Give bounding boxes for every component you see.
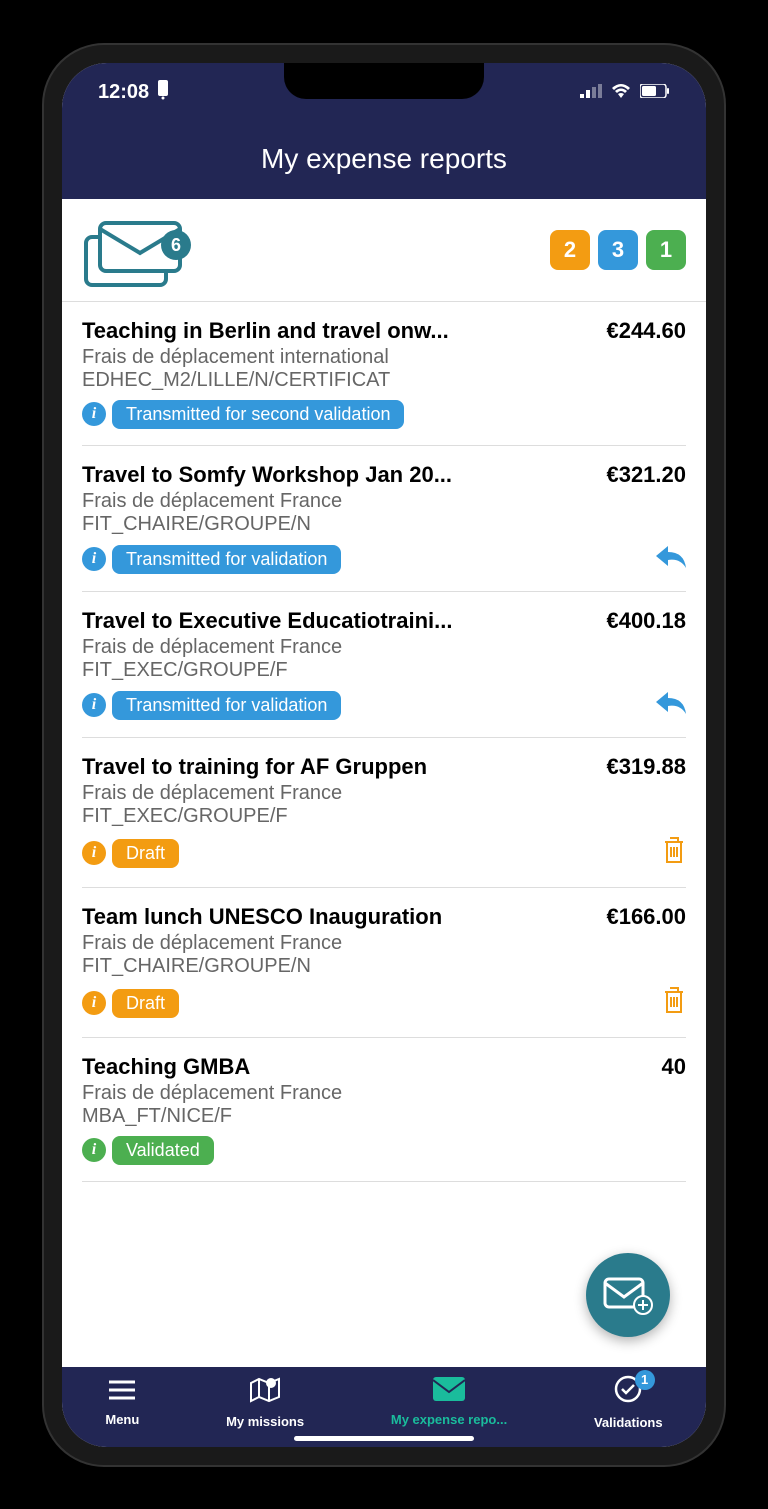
report-amount: 40 <box>662 1054 686 1080</box>
info-icon[interactable]: i <box>82 991 106 1015</box>
envelope-count-icon[interactable]: 6 <box>82 215 182 285</box>
info-icon[interactable]: i <box>82 693 106 717</box>
validations-badge: 1 <box>635 1370 655 1390</box>
info-icon[interactable]: i <box>82 547 106 571</box>
bottom-nav: Menu My missions My expense repo... 1 V <box>62 1367 706 1447</box>
report-category: Frais de déplacement international <box>82 346 686 369</box>
report-amount: €166.00 <box>606 904 686 930</box>
report-item[interactable]: Teaching GMBA 40 Frais de déplacement Fr… <box>82 1038 686 1182</box>
nav-missions[interactable]: My missions <box>226 1375 304 1429</box>
report-title: Travel to Executive Educatiotraini... <box>82 608 452 634</box>
status-badge: Validated <box>112 1136 214 1165</box>
menu-icon <box>107 1377 137 1408</box>
status-count-draft[interactable]: 2 <box>550 230 590 270</box>
status-count-transmitted[interactable]: 3 <box>598 230 638 270</box>
summary-bar: 6 2 3 1 <box>62 199 706 302</box>
cellular-icon <box>580 81 602 104</box>
report-code: FIT_CHAIRE/GROUPE/N <box>82 513 686 536</box>
report-category: Frais de déplacement France <box>82 1082 686 1105</box>
report-item[interactable]: Team lunch UNESCO Inauguration €166.00 F… <box>82 888 686 1038</box>
info-icon[interactable]: i <box>82 1138 106 1162</box>
report-title: Travel to training for AF Gruppen <box>82 754 427 780</box>
info-icon[interactable]: i <box>82 402 106 426</box>
report-category: Frais de déplacement France <box>82 782 686 805</box>
report-code: FIT_EXEC/GROUPE/F <box>82 805 686 828</box>
status-badge: Transmitted for second validation <box>112 400 404 429</box>
report-title: Travel to Somfy Workshop Jan 20... <box>82 462 452 488</box>
home-indicator[interactable] <box>294 1436 474 1441</box>
status-count-validated[interactable]: 1 <box>646 230 686 270</box>
report-item[interactable]: Travel to Somfy Workshop Jan 20... €321.… <box>82 446 686 592</box>
nav-validations[interactable]: 1 Validations <box>594 1374 663 1430</box>
report-item[interactable]: Travel to training for AF Gruppen €319.8… <box>82 738 686 888</box>
report-item[interactable]: Teaching in Berlin and travel onw... €24… <box>82 302 686 446</box>
info-icon[interactable]: i <box>82 841 106 865</box>
mail-icon <box>433 1377 465 1408</box>
nav-menu[interactable]: Menu <box>105 1377 139 1427</box>
report-amount: €400.18 <box>606 608 686 634</box>
status-badge: Transmitted for validation <box>112 691 341 720</box>
status-time: 12:08 <box>98 81 149 104</box>
trash-icon[interactable] <box>662 836 686 871</box>
status-badge: Transmitted for validation <box>112 545 341 574</box>
status-badge: Draft <box>112 989 179 1018</box>
report-category: Frais de déplacement France <box>82 490 686 513</box>
page-title: My expense reports <box>62 123 706 199</box>
report-item[interactable]: Travel to Executive Educatiotraini... €4… <box>82 592 686 738</box>
wifi-icon <box>610 81 632 104</box>
report-amount: €244.60 <box>606 318 686 344</box>
add-report-button[interactable] <box>586 1253 670 1337</box>
report-code: EDHEC_M2/LILLE/N/CERTIFICAT <box>82 369 686 392</box>
report-code: FIT_EXEC/GROUPE/F <box>82 659 686 682</box>
report-category: Frais de déplacement France <box>82 932 686 955</box>
map-icon <box>249 1375 281 1410</box>
portrait-lock-icon <box>155 80 171 105</box>
reports-list[interactable]: Teaching in Berlin and travel onw... €24… <box>62 302 706 1366</box>
report-title: Teaching GMBA <box>82 1054 250 1080</box>
reply-icon[interactable] <box>656 690 686 721</box>
battery-icon <box>640 81 670 104</box>
status-badge: Draft <box>112 839 179 868</box>
svg-text:6: 6 <box>171 235 181 255</box>
report-title: Team lunch UNESCO Inauguration <box>82 904 442 930</box>
report-category: Frais de déplacement France <box>82 636 686 659</box>
report-title: Teaching in Berlin and travel onw... <box>82 318 449 344</box>
report-amount: €321.20 <box>606 462 686 488</box>
reply-icon[interactable] <box>656 544 686 575</box>
nav-expense-reports[interactable]: My expense repo... <box>391 1377 507 1427</box>
trash-icon[interactable] <box>662 986 686 1021</box>
report-code: MBA_FT/NICE/F <box>82 1105 686 1128</box>
report-code: FIT_CHAIRE/GROUPE/N <box>82 955 686 978</box>
report-amount: €319.88 <box>606 754 686 780</box>
